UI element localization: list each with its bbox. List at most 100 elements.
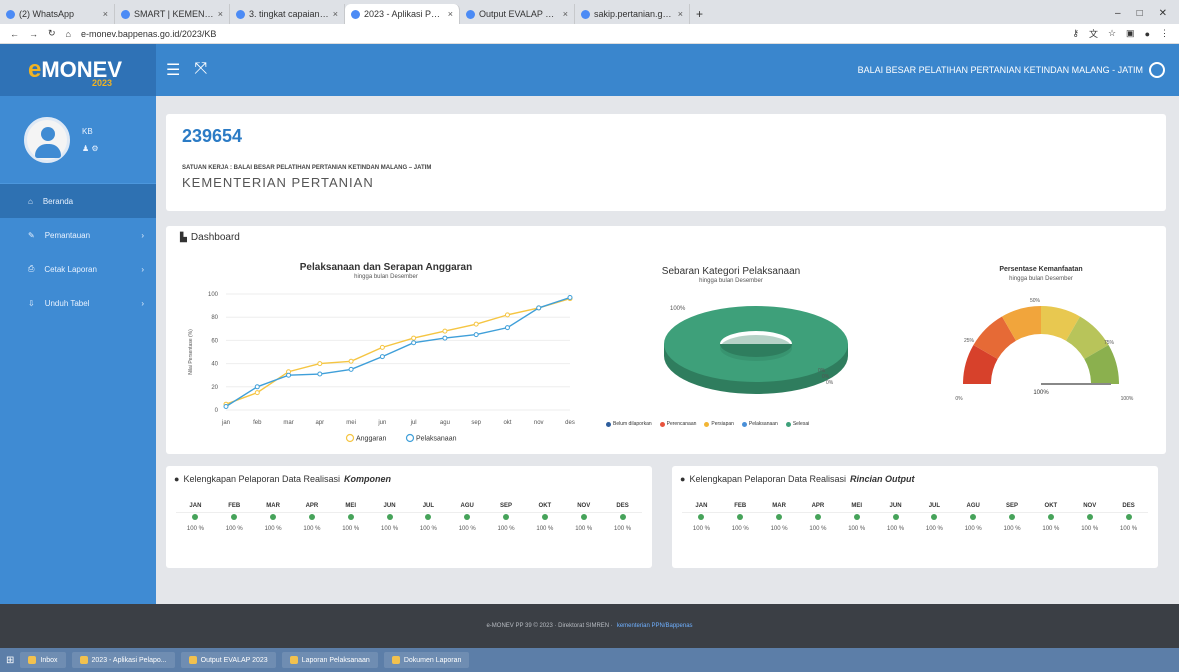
taskbar-item[interactable]: Dokumen Laporan xyxy=(383,652,470,668)
legend-item[interactable]: Belum dilaporkan xyxy=(606,421,652,427)
table-card-rincian-output: ● Kelengkapan Pelaporan Data Realisasi R… xyxy=(672,466,1158,568)
percent-cell: 100 % xyxy=(770,525,788,532)
app-logo[interactable]: e MONEV 2023 xyxy=(0,44,156,96)
status-dot-icon xyxy=(541,513,548,520)
close-window-icon[interactable]: ✕ xyxy=(1159,8,1167,19)
status-cell xyxy=(487,512,526,523)
url-field[interactable]: e-monev.bappenas.go.id/2023/KB xyxy=(81,29,1062,39)
gauge-chart-title: Persentase Kemanfaatan xyxy=(999,266,1083,273)
data-point[interactable] xyxy=(504,325,510,331)
x-tick-label: nov xyxy=(534,420,544,426)
status-dot-icon xyxy=(619,513,626,520)
data-point[interactable] xyxy=(317,371,323,377)
data-point[interactable] xyxy=(411,335,417,341)
legend-marker-icon xyxy=(741,421,747,427)
data-point[interactable] xyxy=(442,328,448,334)
taskbar-item[interactable]: Laporan Pelaksanaan xyxy=(281,652,378,668)
sidebar-item-unduh-tabel[interactable]: ⇩ Unduh Tabel › xyxy=(0,286,156,320)
month-header: NOV xyxy=(564,500,604,513)
tab-favicon-icon xyxy=(6,9,15,19)
taskbar-item[interactable]: Inbox xyxy=(20,652,66,668)
legend-item[interactable]: Perencanaan xyxy=(659,421,696,427)
address-bar: ← → ↻ ⌂ e-monev.bappenas.go.id/2023/KB ⚷… xyxy=(0,24,1179,44)
percent-cell: 100 % xyxy=(186,525,204,532)
back-icon[interactable]: ← xyxy=(10,29,19,39)
legend-item[interactable]: Pelaksanaan xyxy=(741,421,778,427)
sidebar-item-pemantauan[interactable]: ✎ Pemantauan › xyxy=(0,218,156,252)
profile-icon[interactable]: ● xyxy=(1145,29,1150,39)
browser-tab[interactable]: sakip.pertanian.go.id × xyxy=(575,4,690,24)
legend-item[interactable]: Persiapan xyxy=(704,421,734,427)
month-header: MAR xyxy=(253,500,293,513)
line-chart: 0 20 40 60 80 100 Nilai Persentase (%) jan feb ma… xyxy=(188,292,575,443)
close-tab-icon[interactable]: × xyxy=(333,9,338,19)
browser-tab[interactable]: Output EVALAP 2023 - Google × xyxy=(460,4,575,24)
percent-cell: 100 % xyxy=(575,525,593,532)
user-avatar-icon[interactable] xyxy=(1149,62,1165,78)
x-tick-label: feb xyxy=(253,420,262,426)
status-dot-icon xyxy=(425,513,432,520)
bookmark-star-icon[interactable]: ☆ xyxy=(1108,28,1116,39)
fullscreen-icon[interactable]: ⤧ xyxy=(194,60,207,80)
data-point[interactable] xyxy=(379,344,385,350)
hamburger-menu-icon[interactable]: ☰ xyxy=(166,60,180,80)
home-icon[interactable]: ⌂ xyxy=(66,29,71,39)
data-point[interactable] xyxy=(567,294,573,300)
data-point[interactable] xyxy=(379,354,385,360)
minimize-icon[interactable]: – xyxy=(1115,8,1121,19)
sidebar-item-beranda[interactable]: ⌂ Beranda xyxy=(0,184,156,218)
new-tab-icon[interactable]: + xyxy=(696,7,703,24)
data-point[interactable] xyxy=(317,361,323,367)
legend-marker xyxy=(405,433,415,443)
data-point[interactable] xyxy=(473,332,479,338)
header-unit[interactable]: BALAI BESAR PELATIHAN PERTANIAN KETINDAN… xyxy=(858,62,1179,78)
legend-label[interactable]: Pelaksanaan xyxy=(416,436,457,443)
close-tab-icon[interactable]: × xyxy=(218,9,223,19)
data-point[interactable] xyxy=(536,305,542,311)
translate-icon[interactable]: 文 xyxy=(1089,27,1098,40)
taskbar-item[interactable]: 2023 - Aplikasi Pelapo... xyxy=(71,652,175,668)
taskbar-item[interactable]: Output EVALAP 2023 xyxy=(180,652,276,668)
sidebar-item-cetak-laporan[interactable]: ⎙ Cetak Laporan › xyxy=(0,252,156,286)
close-tab-icon[interactable]: × xyxy=(448,9,453,19)
reload-icon[interactable]: ↻ xyxy=(48,28,56,39)
data-point[interactable] xyxy=(254,384,260,390)
browser-menu-icon[interactable]: ⋮ xyxy=(1160,28,1169,39)
start-icon[interactable]: ⊞ xyxy=(6,655,14,666)
key-icon[interactable]: ⚷ xyxy=(1072,28,1079,39)
status-dot-icon xyxy=(853,513,860,520)
percent-cell: 100 % xyxy=(809,525,827,532)
browser-tab[interactable]: (2) WhatsApp × xyxy=(0,4,115,24)
data-point[interactable] xyxy=(442,335,448,341)
status-dot-icon xyxy=(580,513,587,520)
maximize-icon[interactable]: □ xyxy=(1137,8,1143,19)
data-point[interactable] xyxy=(473,321,479,327)
close-tab-icon[interactable]: × xyxy=(563,9,568,19)
month-header: SEP xyxy=(992,500,1032,513)
close-tab-icon[interactable]: × xyxy=(678,9,683,19)
browser-tab[interactable]: 3. tingkat capaian sistem sosio × xyxy=(230,4,345,24)
data-point[interactable] xyxy=(348,358,354,364)
slice-label: 0% xyxy=(826,380,834,386)
realisasi-table: JAN FEB MAR APR MEI JUN JUL AGU SEP OKT NOV DES 100 … xyxy=(176,500,642,534)
app-footer: e-MONEV PP 39 © 2023 · Direktorat SIMREN… xyxy=(0,604,1179,648)
status-cell xyxy=(292,512,331,523)
legend-item[interactable]: Selesai xyxy=(785,421,809,427)
browser-tab[interactable]: 2023 - Aplikasi Pelaporan Reali × xyxy=(345,4,460,24)
legend-label[interactable]: Anggaran xyxy=(356,436,386,443)
user-settings-icon[interactable]: ♟ ⚙ xyxy=(82,144,99,153)
month-header: MEI xyxy=(331,500,371,513)
data-point[interactable] xyxy=(411,340,417,346)
data-point[interactable] xyxy=(286,372,292,378)
data-point[interactable] xyxy=(348,366,354,372)
close-tab-icon[interactable]: × xyxy=(103,9,108,19)
data-point[interactable] xyxy=(223,404,229,410)
month-header: MEI xyxy=(837,500,877,513)
footer-link[interactable]: kementerian PPN/Bappenas xyxy=(617,623,693,629)
status-dot-icon xyxy=(1009,513,1016,520)
data-point[interactable] xyxy=(504,312,510,318)
forward-icon[interactable]: → xyxy=(29,29,38,39)
extensions-icon[interactable]: ▣ xyxy=(1126,28,1135,39)
browser-tab[interactable]: SMART | KEMENKEU × xyxy=(115,4,230,24)
data-point[interactable] xyxy=(254,390,260,396)
